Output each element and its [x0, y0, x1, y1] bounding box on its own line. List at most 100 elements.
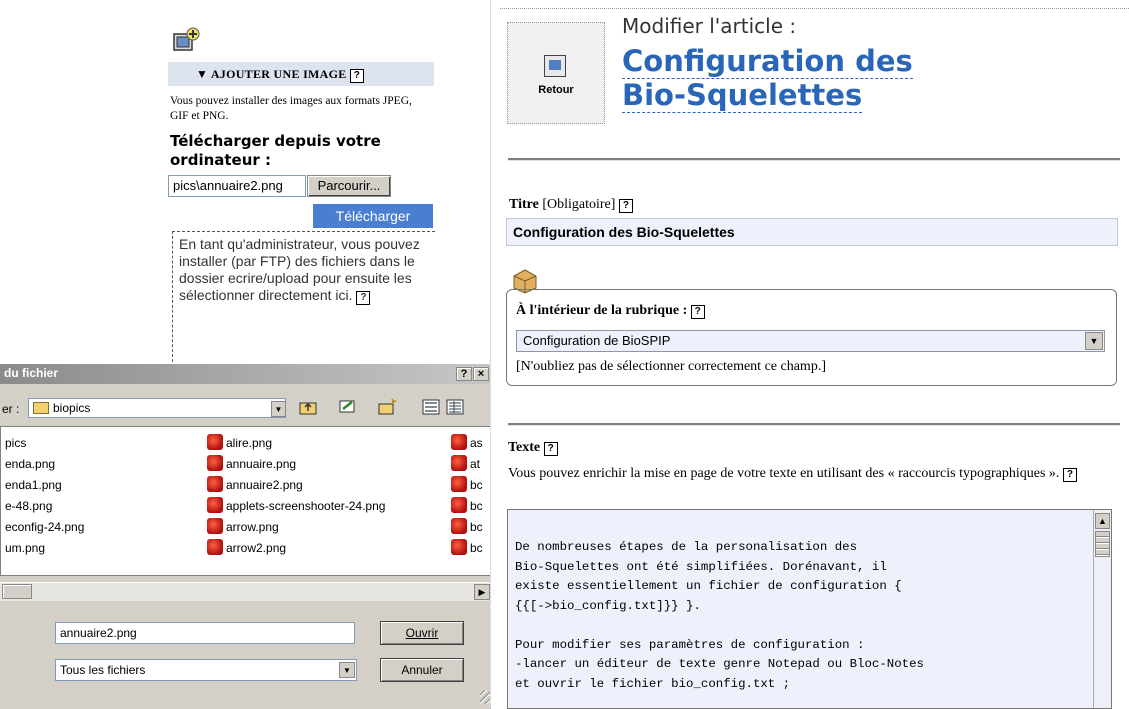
title-input[interactable]: Configuration des Bio-Squelettes: [506, 218, 1118, 246]
file-name: bc: [470, 478, 483, 492]
divider: [500, 8, 1129, 9]
cancel-button[interactable]: Annuler: [380, 658, 464, 682]
text-field-help: Vous pouvez enrichir la mise en page de …: [508, 463, 1108, 484]
dialog-help-button[interactable]: ?: [456, 367, 472, 381]
file-name: bc: [470, 541, 483, 555]
open-button[interactable]: Ouvrir: [380, 621, 464, 645]
png-file-icon: [207, 539, 223, 555]
browse-button[interactable]: Parcourir...: [307, 175, 391, 197]
file-list-item[interactable]: bc: [451, 475, 483, 495]
title-field-label: Titre [Obligatoire] ?: [509, 197, 633, 213]
vertical-scrollbar[interactable]: ▲: [1093, 510, 1111, 708]
text-field-label: Texte ?: [508, 440, 558, 456]
back-icon: [544, 55, 566, 77]
back-button[interactable]: Retour: [507, 22, 605, 124]
png-file-icon: [451, 518, 467, 534]
file-name: bc: [470, 499, 483, 513]
file-name: arrow2.png: [226, 541, 287, 555]
filetype-select[interactable]: Tous les fichiers: [55, 659, 357, 681]
dialog-titlebar[interactable]: du fichier ? ×: [0, 364, 497, 384]
ftp-note-text: En tant qu'administrateur, vous pouvez i…: [179, 236, 435, 305]
ftp-note-box: En tant qu'administrateur, vous pouvez i…: [172, 231, 435, 362]
look-in-select[interactable]: biopics: [28, 398, 286, 418]
horizontal-scrollbar[interactable]: ▶: [0, 582, 492, 601]
look-in-label: er :: [2, 402, 20, 416]
scrollbar-thumb[interactable]: [1095, 531, 1110, 557]
file-list-item[interactable]: alire.png: [207, 433, 272, 453]
image-icon: [549, 60, 561, 70]
section-select[interactable]: Configuration de BioSPIP: [516, 330, 1105, 352]
help-icon[interactable]: ?: [349, 69, 364, 83]
title-label-text: Titre: [509, 197, 539, 212]
png-file-icon: [207, 497, 223, 513]
scrollbar-thumb[interactable]: [2, 584, 32, 599]
upload-button[interactable]: Télécharger: [313, 204, 433, 228]
file-list-item[interactable]: annuaire2.png: [207, 475, 303, 495]
file-list-item[interactable]: bc: [451, 517, 483, 537]
png-file-icon: [207, 476, 223, 492]
details-view-icon[interactable]: [444, 398, 466, 420]
file-open-dialog: du fichier ? × er : biopics ▼ pics enda.p…: [0, 364, 498, 709]
ftp-note-body: En tant qu'administrateur, vous pouvez i…: [179, 236, 420, 303]
file-list-item[interactable]: at: [451, 454, 480, 474]
help-icon[interactable]: ?: [356, 291, 371, 305]
file-list-item[interactable]: annuaire.png: [207, 454, 296, 474]
add-image-title: ▼ AJOUTER UNE IMAGE ?: [196, 67, 364, 83]
upload-heading: Télécharger depuis votre ordinateur :: [170, 132, 381, 169]
file-list-item[interactable]: arrow2.png: [207, 538, 286, 558]
divider: [508, 423, 1120, 426]
chevron-down-icon[interactable]: ▼: [1085, 332, 1103, 350]
article-text-area[interactable]: De nombreuses étapes de la personalisati…: [507, 509, 1112, 709]
png-file-icon: [207, 434, 223, 450]
file-list-item[interactable]: enda.png: [5, 454, 55, 474]
filename-input[interactable]: annuaire2.png: [55, 622, 355, 644]
divider: [508, 158, 1120, 161]
chevron-up-icon[interactable]: ▲: [1095, 513, 1110, 529]
file-list-item[interactable]: pics: [5, 433, 26, 453]
file-list-item[interactable]: applets-screenshooter-24.png: [207, 496, 385, 516]
file-list: pics enda.png enda1.png e-48.png econfig-24.…: [0, 426, 492, 576]
article-text-content: De nombreuses étapes de la personalisati…: [515, 540, 924, 691]
dialog-close-button[interactable]: ×: [473, 367, 489, 381]
file-name: enda1.png: [5, 478, 62, 492]
text-label-text: Texte: [508, 440, 541, 455]
file-list-item[interactable]: enda1.png: [5, 475, 62, 495]
folder-icon: [33, 402, 49, 414]
file-name: applets-screenshooter-24.png: [226, 499, 386, 513]
image-formats-text: Vous pouvez installer des images aux for…: [170, 95, 412, 122]
file-list-item[interactable]: e-48.png: [5, 496, 52, 516]
file-list-item[interactable]: bc: [451, 496, 483, 516]
add-image-header[interactable]: ▼ AJOUTER UNE IMAGE ?: [168, 62, 434, 86]
file-list-item[interactable]: bc: [451, 538, 483, 558]
png-file-icon: [207, 455, 223, 471]
file-list-item[interactable]: econfig-24.png: [5, 517, 84, 537]
file-path-input[interactable]: pics\annuaire2.png: [168, 175, 306, 197]
file-name: arrow.png: [226, 520, 279, 534]
text-help-body: Vous pouvez enrichir la mise en page de …: [508, 466, 1060, 481]
png-file-icon: [207, 518, 223, 534]
help-icon[interactable]: ?: [1062, 468, 1077, 482]
list-view-icon[interactable]: [420, 398, 442, 420]
add-image-title-text: ▼ AJOUTER UNE IMAGE: [196, 67, 347, 81]
png-file-icon: [451, 476, 467, 492]
new-folder-icon[interactable]: [376, 398, 398, 420]
up-folder-icon[interactable]: [297, 398, 319, 420]
page-title: Configuration des Bio-Squelettes: [622, 44, 962, 113]
chevron-right-icon[interactable]: ▶: [474, 584, 490, 600]
required-marker: [Obligatoire]: [542, 197, 616, 212]
file-list-item[interactable]: um.png: [5, 538, 45, 558]
chevron-down-icon[interactable]: ▼: [271, 401, 286, 417]
file-name: annuaire2.png: [226, 478, 303, 492]
chevron-down-icon[interactable]: ▼: [339, 662, 355, 678]
file-name: annuaire.png: [226, 457, 297, 471]
file-name: enda.png: [5, 457, 56, 471]
help-icon[interactable]: ?: [618, 199, 633, 213]
help-icon[interactable]: ?: [543, 442, 558, 456]
page-title-text: Configuration des Bio-Squelettes: [622, 44, 913, 113]
file-list-item[interactable]: arrow.png: [207, 517, 279, 537]
section-label: À l'intérieur de la rubrique : ?: [516, 303, 705, 319]
help-icon[interactable]: ?: [690, 305, 705, 319]
file-list-item[interactable]: as: [451, 433, 483, 453]
add-image-panel: ▼ AJOUTER UNE IMAGE ? Vous pouvez instal…: [168, 58, 438, 230]
desktop-icon[interactable]: [337, 398, 359, 420]
